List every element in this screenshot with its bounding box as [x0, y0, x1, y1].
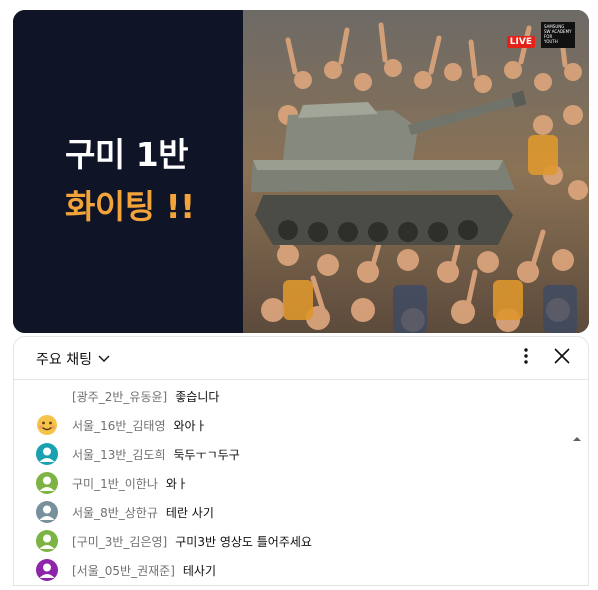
chevron-down-icon [98, 351, 110, 367]
message-text: 테란 사기 [165, 505, 214, 520]
chat-message[interactable]: [서울_05반_권재준] 테사기 [36, 558, 216, 582]
avatar [36, 385, 58, 407]
chat-message-list[interactable]: [광주_2반_유동윤] 좋습니다 서울_16반_김태영 와아ㅏ 서울_13반_김… [14, 380, 588, 590]
chat-message[interactable]: 서울_8반_상한규 테란 사기 [36, 500, 214, 524]
crowd-tank-illustration [243, 10, 589, 333]
default-user-icon [39, 476, 55, 491]
avatar [36, 472, 58, 494]
avatar [36, 559, 58, 581]
message-text: 와아ㅏ [173, 418, 207, 433]
scroll-up-arrow[interactable] [572, 429, 582, 441]
emoji-face-icon [37, 415, 57, 435]
avatar [36, 501, 58, 523]
logo-line: YOUTH [544, 39, 558, 44]
chat-mode-label: 주요 채팅 [36, 352, 92, 368]
chat-message[interactable]: 서울_13반_김도희 둑두ㅜㄱ두구 [36, 442, 240, 466]
default-user-icon [39, 563, 55, 578]
message-author[interactable]: 서울_13반_김도희 [72, 446, 166, 463]
video-player[interactable]: 구미 1반 화이팅 !! LIVE SAMSUNG SW ACADEMY FOR… [13, 10, 589, 333]
live-badge: LIVE [506, 36, 535, 48]
avatar [36, 530, 58, 552]
title-panel: 구미 1반 화이팅 !! [13, 10, 275, 333]
message-text: 테사기 [182, 563, 216, 578]
message-author[interactable]: [광주_2반_유동윤] [72, 388, 167, 405]
chat-header: 주요 채팅 [14, 337, 588, 380]
chat-message[interactable]: 구미_1반_이한나 와ㅏ [36, 471, 188, 495]
chat-message[interactable]: [구미_3반_김은영] 구미3반 영상도 틀어주세요 [36, 529, 312, 553]
chat-message[interactable]: 서울_16반_김태영 와아ㅏ [36, 413, 207, 437]
avatar [36, 414, 58, 436]
message-text: 좋습니다 [175, 389, 220, 404]
live-chat-panel: 주요 채팅 [광주_2반_유동윤] 좋습니다 서울_16반_김태영 와아ㅏ 서울… [13, 336, 589, 586]
message-text: 둑두ㅜㄱ두구 [173, 447, 240, 462]
close-chat-button[interactable] [550, 346, 574, 370]
message-author[interactable]: 서울_16반_김태영 [72, 417, 166, 434]
chat-mode-dropdown[interactable]: 주요 채팅 [36, 349, 110, 369]
avatar [36, 443, 58, 465]
close-icon [554, 348, 570, 368]
channel-logo: SAMSUNG SW ACADEMY FOR YOUTH [541, 22, 575, 48]
video-title-line2: 화이팅 !! [65, 187, 195, 226]
message-author[interactable]: [서울_05반_권재준] [72, 562, 175, 579]
default-user-icon [39, 447, 55, 462]
message-author[interactable]: 구미_1반_이한나 [72, 475, 158, 492]
default-user-icon [39, 534, 55, 549]
more-options-button[interactable] [514, 346, 538, 370]
message-text: 와ㅏ [165, 476, 188, 491]
more-vert-icon [524, 348, 528, 368]
message-text: 구미3반 영상도 틀어주세요 [175, 534, 312, 549]
chat-message[interactable]: [광주_2반_유동윤] 좋습니다 [36, 384, 219, 408]
message-author[interactable]: [구미_3반_김은영] [72, 533, 167, 550]
video-title-line1: 구미 1반 [65, 135, 189, 174]
default-user-icon [39, 505, 55, 520]
message-author[interactable]: 서울_8반_상한규 [72, 504, 158, 521]
